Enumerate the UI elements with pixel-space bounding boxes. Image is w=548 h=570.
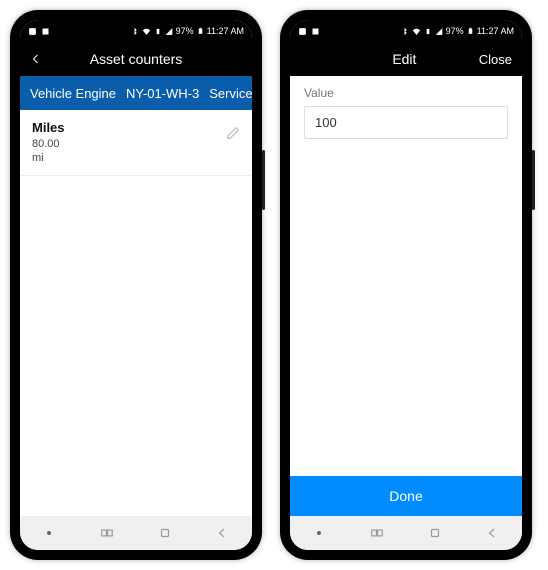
phone-right: 97% 11:27 AM Edit Close Value Done bbox=[280, 10, 532, 560]
nav-back-button[interactable] bbox=[214, 524, 232, 542]
close-button[interactable]: Close bbox=[479, 52, 512, 67]
app-bar: Asset counters bbox=[20, 42, 252, 76]
nav-menu-icon[interactable] bbox=[310, 524, 328, 542]
battery-icon bbox=[467, 26, 474, 36]
back-button[interactable] bbox=[30, 52, 50, 66]
wifi-icon bbox=[412, 27, 421, 36]
vibrate-icon bbox=[154, 27, 162, 36]
value-input[interactable] bbox=[304, 106, 508, 139]
battery-percent: 97% bbox=[446, 26, 464, 36]
clock-time: 11:27 AM bbox=[477, 26, 514, 36]
clock-time: 11:27 AM bbox=[207, 26, 244, 36]
counter-row[interactable]: Miles 80.00 mi bbox=[20, 110, 252, 176]
content-area: Value bbox=[290, 76, 522, 476]
counter-info: Miles 80.00 mi bbox=[32, 120, 65, 165]
android-nav-bar bbox=[290, 516, 522, 550]
vibrate-icon bbox=[424, 27, 432, 36]
physical-button bbox=[532, 150, 535, 210]
wifi-icon bbox=[142, 27, 151, 36]
status-icon bbox=[298, 27, 307, 36]
context-bar: Vehicle Engine NY-01-WH-3 Service bbox=[20, 76, 252, 110]
bluetooth-icon bbox=[400, 27, 409, 36]
status-bar: 97% 11:27 AM bbox=[20, 20, 252, 42]
nav-home-button[interactable] bbox=[426, 524, 444, 542]
counter-unit: mi bbox=[32, 151, 65, 165]
counter-value: 80.00 bbox=[32, 137, 65, 151]
status-icon bbox=[28, 27, 37, 36]
screen-left: 97% 11:27 AM Asset counters Vehicle Engi… bbox=[20, 20, 252, 550]
battery-icon bbox=[197, 26, 204, 36]
done-button[interactable]: Done bbox=[290, 476, 522, 516]
nav-recents-button[interactable] bbox=[98, 524, 116, 542]
chevron-left-icon bbox=[30, 52, 42, 66]
app-bar: Edit Close bbox=[290, 42, 522, 76]
phone-left: 97% 11:27 AM Asset counters Vehicle Engi… bbox=[10, 10, 262, 560]
value-field-group: Value bbox=[290, 76, 522, 149]
page-title: Asset counters bbox=[50, 51, 222, 67]
nav-recents-button[interactable] bbox=[368, 524, 386, 542]
android-nav-bar bbox=[20, 516, 252, 550]
nav-home-button[interactable] bbox=[156, 524, 174, 542]
value-label: Value bbox=[304, 86, 508, 100]
context-asset-type: Vehicle Engine bbox=[30, 86, 116, 101]
context-asset-id: NY-01-WH-3 bbox=[126, 86, 199, 101]
status-icon bbox=[311, 27, 320, 36]
signal-icon bbox=[435, 27, 443, 36]
signal-icon bbox=[165, 27, 173, 36]
physical-button bbox=[262, 150, 265, 210]
bluetooth-icon bbox=[130, 27, 139, 36]
status-bar: 97% 11:27 AM bbox=[290, 20, 522, 42]
nav-menu-icon[interactable] bbox=[40, 524, 58, 542]
context-service: Service bbox=[209, 86, 252, 101]
screen-right: 97% 11:27 AM Edit Close Value Done bbox=[290, 20, 522, 550]
counter-name: Miles bbox=[32, 120, 65, 137]
battery-percent: 97% bbox=[176, 26, 194, 36]
page-title: Edit bbox=[330, 51, 479, 67]
status-icon bbox=[41, 27, 50, 36]
edit-icon[interactable] bbox=[226, 126, 240, 145]
nav-back-button[interactable] bbox=[484, 524, 502, 542]
content-area: Miles 80.00 mi bbox=[20, 110, 252, 516]
